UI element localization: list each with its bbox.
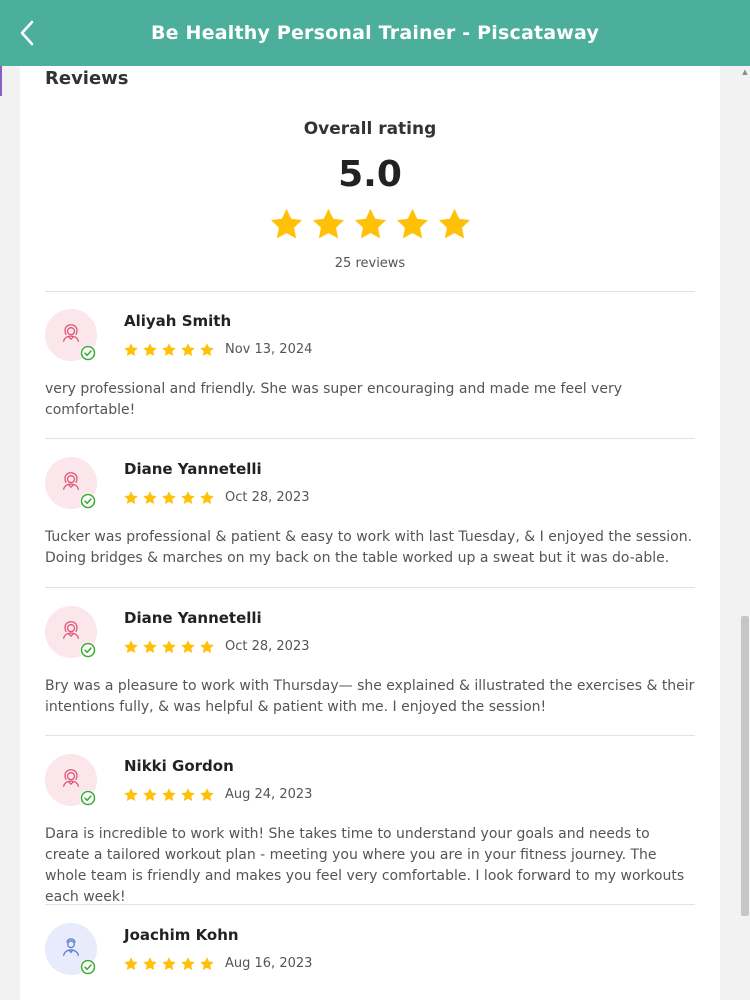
- review-date: Aug 24, 2023: [225, 787, 313, 802]
- star-icon: [123, 956, 139, 976]
- star-icon: [123, 490, 139, 510]
- review-stars: [123, 956, 215, 976]
- left-accent-bar: [0, 66, 2, 96]
- reviewer-name: Diane Yannetelli: [124, 460, 262, 478]
- overall-rating-stars: [20, 206, 720, 247]
- scroll-up-icon[interactable]: ▲: [742, 68, 748, 76]
- star-icon: [394, 206, 431, 247]
- divider: [45, 438, 695, 439]
- reviews-card: Reviews Overall rating 5.0 25 reviews Al…: [20, 66, 720, 1000]
- verified-check-icon: [80, 790, 96, 806]
- review-count: 25 reviews: [334, 256, 406, 271]
- star-icon: [180, 639, 196, 659]
- star-icon: [142, 490, 158, 510]
- star-icon: [180, 956, 196, 976]
- review-text: Bry was a pleasure to work with Thursday…: [45, 678, 695, 715]
- star-icon: [268, 206, 305, 247]
- star-icon: [142, 639, 158, 659]
- scrollbar-thumb[interactable]: [741, 616, 749, 916]
- verified-check-icon: [80, 642, 96, 658]
- review-date: Nov 13, 2024: [225, 342, 313, 357]
- reviewer-name: Aliyah Smith: [124, 312, 232, 330]
- star-icon: [180, 787, 196, 807]
- star-icon: [161, 342, 177, 362]
- verified-check-icon: [80, 959, 96, 975]
- star-icon: [161, 956, 177, 976]
- divider: [45, 904, 695, 905]
- star-icon: [199, 787, 215, 807]
- star-icon: [161, 787, 177, 807]
- overall-rating-title: Overall rating: [303, 119, 437, 139]
- star-icon: [310, 206, 347, 247]
- star-icon: [123, 639, 139, 659]
- review-date: Oct 28, 2023: [225, 639, 310, 654]
- reviewer-name: Joachim Kohn: [124, 926, 239, 944]
- review-date: Aug 16, 2023: [225, 956, 313, 971]
- star-icon: [180, 342, 196, 362]
- review-stars: [123, 639, 215, 659]
- star-icon: [199, 342, 215, 362]
- star-icon: [436, 206, 473, 247]
- reviewer-name: Nikki Gordon: [124, 757, 234, 775]
- review-text: very professional and friendly. She was …: [45, 381, 622, 418]
- female-user-icon: [60, 470, 82, 496]
- chevron-left-icon: [20, 20, 34, 46]
- star-icon: [123, 342, 139, 362]
- star-icon: [161, 639, 177, 659]
- review-stars: [123, 787, 215, 807]
- divider: [45, 291, 695, 292]
- male-user-icon: [60, 936, 82, 962]
- app-header: Be Healthy Personal Trainer - Piscataway: [0, 0, 750, 66]
- divider: [45, 735, 695, 736]
- star-icon: [142, 342, 158, 362]
- review-stars: [123, 490, 215, 510]
- star-icon: [123, 787, 139, 807]
- divider: [45, 587, 695, 588]
- review-date: Oct 28, 2023: [225, 490, 310, 505]
- review-stars: [123, 342, 215, 362]
- overall-rating-score: 5.0: [338, 154, 402, 195]
- page-title: Be Healthy Personal Trainer - Piscataway: [150, 22, 600, 44]
- review-text: Dara is incredible to work with! She tak…: [45, 826, 685, 905]
- verified-check-icon: [80, 493, 96, 509]
- female-user-icon: [60, 619, 82, 645]
- star-icon: [199, 490, 215, 510]
- reviewer-name: Diane Yannetelli: [124, 609, 262, 627]
- star-icon: [180, 490, 196, 510]
- back-button[interactable]: [14, 18, 40, 48]
- review-text: Tucker was professional & patient & easy…: [45, 529, 693, 566]
- female-user-icon: [60, 322, 82, 348]
- star-icon: [199, 956, 215, 976]
- star-icon: [142, 787, 158, 807]
- verified-check-icon: [80, 345, 96, 361]
- star-icon: [352, 206, 389, 247]
- female-user-icon: [60, 767, 82, 793]
- star-icon: [142, 956, 158, 976]
- reviews-heading: Reviews: [45, 68, 129, 89]
- star-icon: [161, 490, 177, 510]
- star-icon: [199, 639, 215, 659]
